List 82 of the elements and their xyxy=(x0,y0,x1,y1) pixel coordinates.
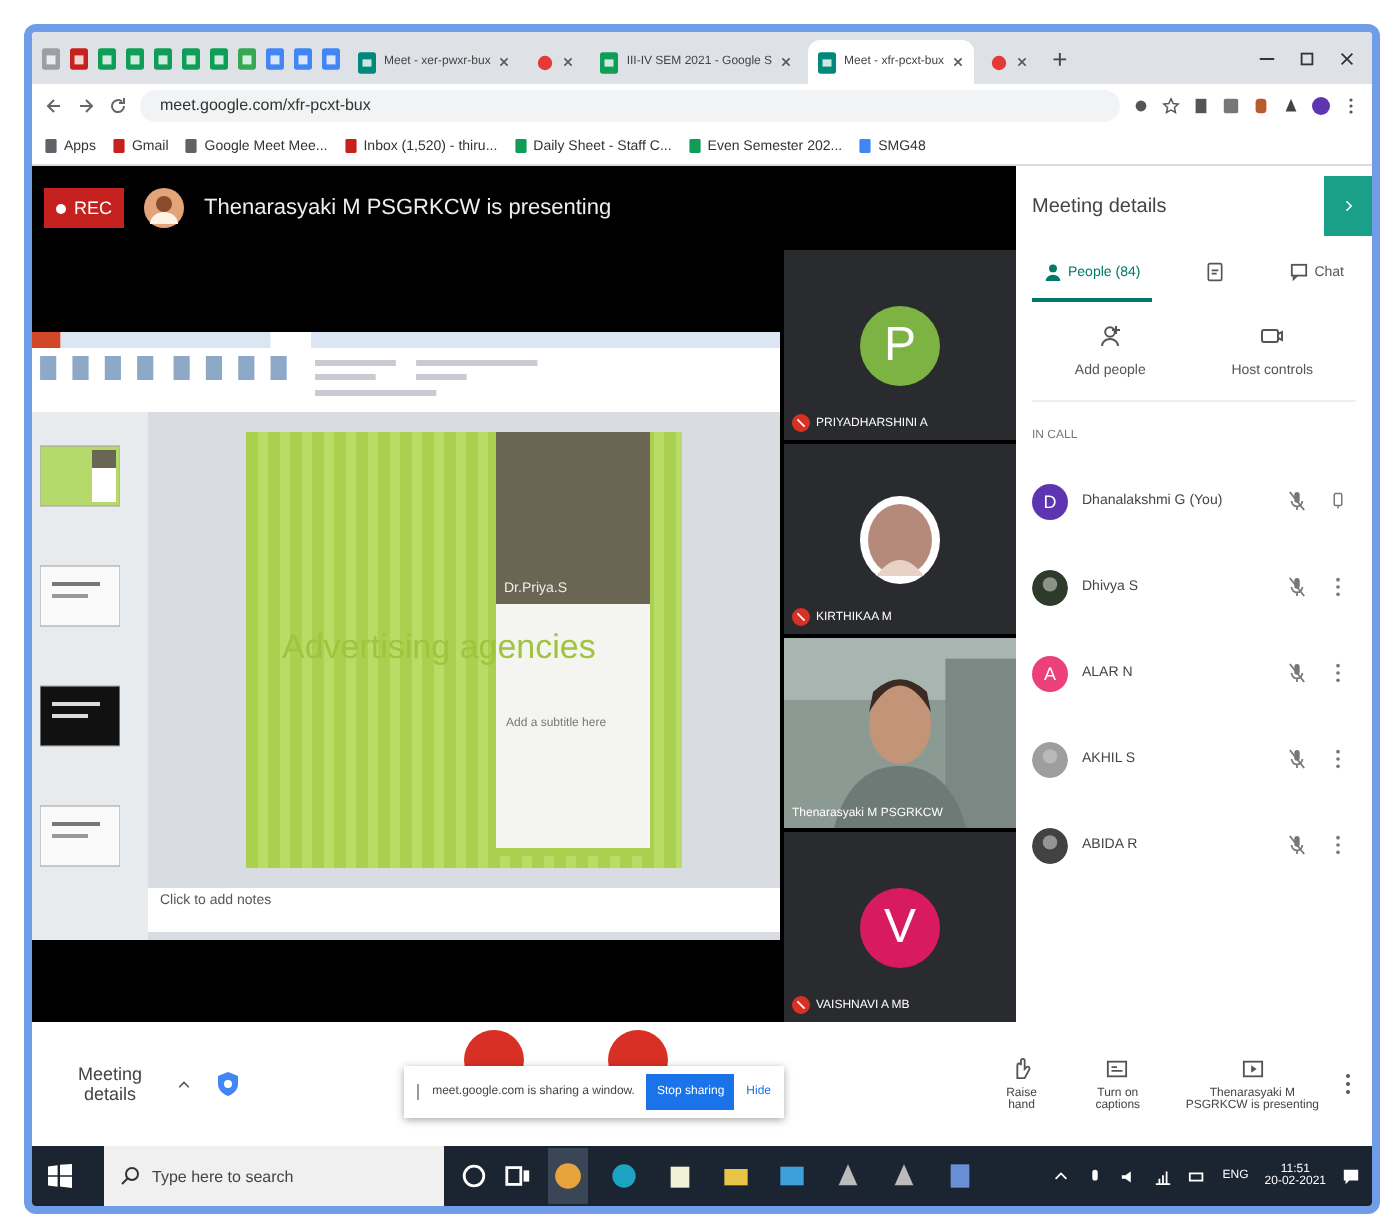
shield-icon[interactable] xyxy=(216,1070,241,1098)
sheet-icon xyxy=(182,47,200,69)
sheet-icon xyxy=(210,47,228,69)
document-icon xyxy=(266,47,284,69)
more-options-icon[interactable] xyxy=(1332,748,1344,770)
cortana-icon[interactable] xyxy=(460,1162,488,1190)
notification-icon[interactable] xyxy=(1342,1167,1360,1185)
document-icon xyxy=(322,47,340,69)
info-icon xyxy=(1206,262,1225,282)
drag-handle-icon[interactable] xyxy=(416,1084,421,1100)
forward-icon[interactable] xyxy=(76,96,96,116)
more-options-icon[interactable] xyxy=(1332,834,1344,856)
more-options-icon[interactable] xyxy=(1344,1072,1352,1096)
sheet-icon xyxy=(513,138,528,154)
apps-grid-icon xyxy=(44,138,58,154)
captions-icon xyxy=(1106,1057,1129,1079)
close-icon[interactable] xyxy=(562,56,575,68)
sheet-icon xyxy=(687,138,702,154)
avatar-icon xyxy=(860,495,940,583)
search-icon xyxy=(120,1166,140,1186)
sheet-icon xyxy=(600,51,619,73)
page-icon xyxy=(238,47,256,69)
pin-icon[interactable] xyxy=(1332,490,1344,512)
maximize-icon[interactable] xyxy=(1298,49,1316,67)
avatar-icon xyxy=(144,188,185,228)
close-icon[interactable] xyxy=(780,56,793,68)
avatar: V xyxy=(860,887,940,967)
close-icon[interactable] xyxy=(1338,49,1356,67)
avatar: D xyxy=(1032,483,1068,519)
more-options-icon[interactable] xyxy=(1332,576,1344,598)
more-options-icon[interactable] xyxy=(1332,662,1344,684)
meeting-details-button[interactable]: Meeting details xyxy=(52,1064,193,1104)
avatar: P xyxy=(860,305,940,385)
profile-avatar-icon[interactable] xyxy=(1312,96,1330,116)
new-tab-button[interactable]: + xyxy=(1044,43,1076,73)
reload-icon[interactable] xyxy=(108,96,128,116)
page-icon xyxy=(42,47,60,69)
address-bar[interactable]: meet.google.com/xfr-pcxt-bux xyxy=(140,90,1120,122)
taskbar-search-field[interactable]: Type here to search xyxy=(152,1156,428,1196)
record-icon xyxy=(536,51,555,73)
present-icon xyxy=(1241,1057,1264,1079)
close-icon[interactable] xyxy=(498,56,511,68)
record-icon xyxy=(990,51,1009,73)
chevron-up-icon[interactable] xyxy=(1052,1167,1071,1185)
panel-title: Meeting details xyxy=(1032,195,1167,217)
mail-icon xyxy=(343,138,358,154)
battery-icon[interactable] xyxy=(1188,1167,1207,1185)
mic-off-icon xyxy=(1288,490,1306,512)
mic-off-icon xyxy=(1288,834,1306,856)
video-icon xyxy=(358,51,376,73)
page-icon xyxy=(70,47,88,69)
chevron-icon xyxy=(1340,198,1356,214)
sheet-icon xyxy=(98,47,116,69)
close-icon[interactable] xyxy=(952,56,965,68)
windows-start-icon[interactable] xyxy=(48,1164,72,1188)
document-icon xyxy=(858,138,873,154)
network-icon[interactable] xyxy=(1154,1167,1173,1185)
back-icon[interactable] xyxy=(44,96,64,116)
video-icon xyxy=(818,51,837,73)
taskbar-search-field[interactable]: Type here to search xyxy=(104,1146,444,1206)
host-controls-icon xyxy=(1260,324,1285,348)
mic-off-icon xyxy=(1288,748,1306,770)
caret-icon xyxy=(176,1076,193,1092)
mic-off-icon xyxy=(1288,662,1306,684)
chat-icon xyxy=(1290,262,1309,282)
document-icon xyxy=(294,47,312,69)
task-view-icon[interactable] xyxy=(504,1162,532,1190)
add-person-icon xyxy=(1098,324,1123,348)
sheet-icon xyxy=(154,47,172,69)
record-icon xyxy=(56,203,66,213)
mic-off-icon xyxy=(1288,576,1306,598)
sheet-icon xyxy=(126,47,144,69)
star-icon[interactable] xyxy=(1162,96,1180,116)
chrome-icon[interactable] xyxy=(548,1148,588,1204)
globe-icon xyxy=(184,138,199,154)
recording-badge: REC xyxy=(44,188,125,228)
hand-icon xyxy=(1010,1057,1033,1079)
presenter-label: Thenarasyaki M PSGRKCW is presenting xyxy=(204,196,612,220)
avatar: A xyxy=(1032,655,1068,691)
mail-icon xyxy=(111,138,126,154)
people-icon xyxy=(1044,262,1062,282)
close-icon[interactable] xyxy=(1016,56,1029,68)
